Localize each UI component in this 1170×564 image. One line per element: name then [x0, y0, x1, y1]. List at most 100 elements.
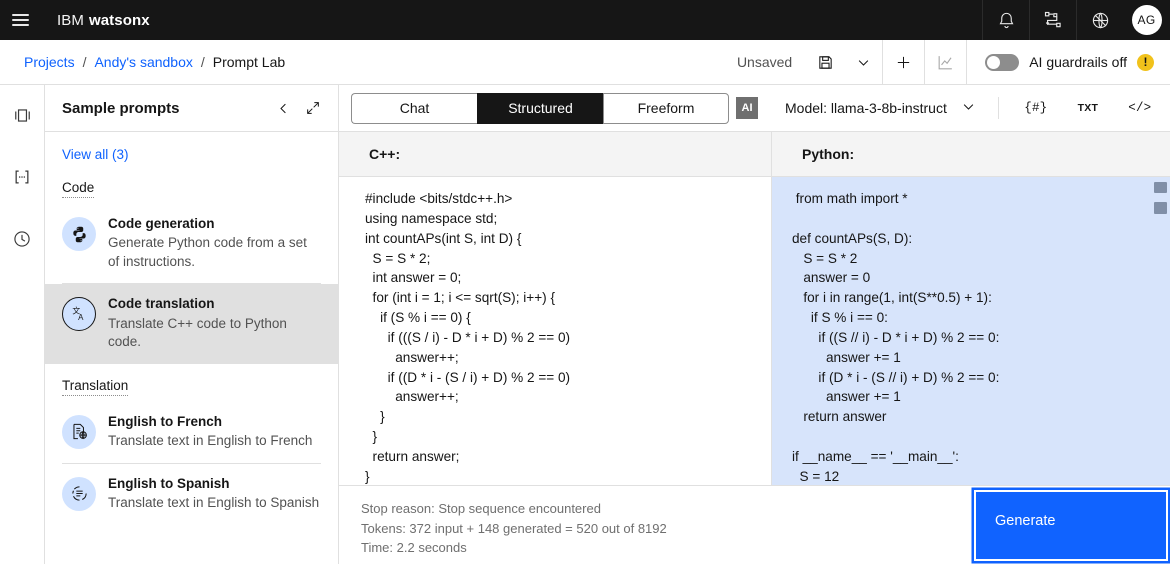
breadcrumb-separator: /: [200, 54, 205, 70]
code-view-icon[interactable]: </>: [1121, 93, 1159, 123]
hamburger-menu-icon[interactable]: [0, 0, 40, 40]
model-area: Model: llama-3-8b-instruct {#} TXT </>: [785, 93, 1159, 123]
breadcrumb-toolbar: Projects / Andy's sandbox / Prompt Lab U…: [0, 40, 1170, 85]
panel-title: Sample prompts: [62, 99, 180, 117]
view-all-link[interactable]: View all (3): [62, 147, 129, 162]
generate-button[interactable]: Generate: [973, 489, 1169, 562]
elapsed-time: Time: 2.2 seconds: [361, 540, 467, 555]
output-editor: Python: from math import * def countAPs(…: [772, 132, 1170, 485]
input-editor-code[interactable]: #include <bits/stdc++.h> using namespace…: [339, 177, 771, 485]
toggle-panel-icon[interactable]: [6, 99, 38, 131]
prompt-card-text: English to Spanish Translate text in Eng…: [108, 475, 319, 513]
mode-toolbar: Chat Structured Freeform AI Model: llama…: [339, 85, 1170, 132]
text-lines-icon: [62, 476, 96, 511]
group-label: Code: [62, 180, 95, 198]
header-spacer: [150, 0, 982, 40]
copy-icon[interactable]: [1154, 182, 1167, 193]
prompt-card-english-to-french[interactable]: English to French Translate text in Engl…: [45, 402, 338, 463]
output-editor-title: Python:: [772, 132, 1170, 177]
prompt-card-title: Code translation: [108, 296, 215, 312]
prompt-card-title: Code generation: [108, 216, 215, 231]
editor-split: C++: #include <bits/stdc++.h> using name…: [339, 132, 1170, 485]
warning-icon: !: [1137, 53, 1154, 71]
status-bar: Stop reason: Stop sequence encountered T…: [339, 485, 1170, 564]
model-label: Model: llama-3-8b-instruct: [785, 100, 947, 116]
sample-prompts-panel: Sample prompts View all (3) Code Code ge…: [45, 85, 339, 564]
prompt-card-english-to-spanish[interactable]: English to Spanish Translate text in Eng…: [45, 464, 338, 525]
ai-badge[interactable]: AI: [736, 97, 758, 119]
output-actions: [1154, 182, 1167, 214]
brand[interactable]: IBM watsonx: [40, 0, 150, 40]
app-body: Sample prompts View all (3) Code Code ge…: [0, 85, 1170, 564]
prompt-card-code-translation[interactable]: 文 A Code translation Translate C++ code …: [45, 284, 338, 364]
main-workspace: Chat Structured Freeform AI Model: llama…: [339, 85, 1170, 564]
sample-prompts-list[interactable]: View all (3) Code Code generation Genera…: [45, 132, 338, 564]
sample-prompts-header: Sample prompts: [45, 85, 338, 132]
prompt-card-title: English to French: [108, 413, 223, 429]
stop-reason: Stop reason: Stop sequence encountered: [361, 501, 601, 516]
avatar-initials: AG: [1131, 5, 1162, 35]
variables-icon[interactable]: [6, 161, 38, 193]
prompt-card-title: English to Spanish: [108, 475, 230, 491]
ai-guardrails-label: AI guardrails off: [1029, 54, 1127, 70]
new-prompt-plus-icon[interactable]: [882, 40, 924, 84]
document-globe-icon: [62, 414, 96, 449]
prompt-card-text: English to French Translate text in Engl…: [108, 413, 312, 451]
expand-icon[interactable]: [298, 93, 328, 123]
prompt-card-code-generation[interactable]: Code generation Generate Python code fro…: [45, 204, 338, 283]
globe-icon[interactable]: [1076, 0, 1123, 40]
breadcrumb-separator: /: [82, 54, 87, 70]
workflow-icon[interactable]: [1029, 0, 1076, 40]
breadcrumb-item-current: Prompt Lab: [212, 54, 286, 70]
chevron-left-icon[interactable]: [268, 93, 298, 123]
prompt-group-code: Code Code generation Generate Python cod…: [45, 174, 338, 364]
breadcrumb-item-sandbox[interactable]: Andy's sandbox: [94, 54, 192, 70]
translate-icon: 文 A: [62, 297, 96, 332]
tab-structured[interactable]: Structured: [477, 92, 603, 124]
toggle-knob: [987, 55, 1001, 69]
text-format-icon[interactable]: TXT: [1069, 93, 1107, 123]
ai-guardrails-control[interactable]: AI guardrails off !: [966, 40, 1170, 84]
prompt-card-desc: Translate text in English to French: [108, 433, 313, 449]
prompt-card-desc: Translate text in English to Spanish: [108, 495, 320, 510]
save-options-chevron-down-icon[interactable]: [844, 40, 882, 84]
group-label: Translation: [62, 378, 129, 396]
group-items: English to French Translate text in Engl…: [45, 398, 338, 525]
prompt-card-text: Code generation Generate Python code fro…: [108, 215, 321, 271]
divider: [997, 97, 999, 119]
brand-ibm: IBM: [57, 11, 84, 29]
save-icon[interactable]: [806, 40, 844, 84]
prompt-card-text: Code translation Translate C++ code to P…: [108, 295, 321, 351]
mode-tabs: Chat Structured Freeform: [351, 92, 729, 124]
notifications-icon[interactable]: [982, 0, 1029, 40]
tab-freeform[interactable]: Freeform: [603, 92, 729, 124]
global-header: IBM watsonx AG: [0, 0, 1170, 40]
breadcrumb: Projects / Andy's sandbox / Prompt Lab: [0, 40, 285, 84]
avatar[interactable]: AG: [1123, 0, 1170, 40]
left-icon-rail: [0, 85, 45, 564]
group-items: Code generation Generate Python code fro…: [45, 200, 338, 364]
view-all-row: View all (3): [45, 132, 338, 174]
model-selector[interactable]: Model: llama-3-8b-instruct: [785, 99, 976, 117]
save-state-label: Unsaved: [736, 54, 793, 70]
breadcrumb-item-projects[interactable]: Projects: [24, 54, 75, 70]
history-clock-icon[interactable]: [6, 223, 38, 255]
output-editor-code[interactable]: from math import * def countAPs(S, D): S…: [772, 177, 1170, 485]
chart-icon[interactable]: [924, 40, 966, 84]
prompt-card-desc: Translate C++ code to Python code.: [108, 315, 287, 350]
svg-text:A: A: [78, 313, 84, 322]
token-count: Tokens: 372 input + 148 generated = 520 …: [361, 520, 667, 536]
prompt-card-desc: Generate Python code from a set of instr…: [108, 235, 307, 269]
brand-watsonx: watsonx: [88, 11, 150, 29]
generation-stats: Stop reason: Stop sequence encountered T…: [339, 486, 667, 558]
parameters-icon[interactable]: {#}: [1017, 93, 1055, 123]
input-editor: C++: #include <bits/stdc++.h> using name…: [339, 132, 772, 485]
generate-button-wrap: Generate: [970, 486, 1170, 564]
tab-chat[interactable]: Chat: [351, 92, 477, 124]
ai-guardrails-toggle[interactable]: [985, 53, 1020, 71]
chevron-down-icon: [961, 99, 976, 117]
feedback-icon[interactable]: [1154, 202, 1167, 214]
prompt-group-translation: Translation English to French Translate …: [45, 364, 338, 525]
python-logo-icon: [62, 217, 96, 251]
prompt-lab-app: IBM watsonx AG Projects / Andy's sandbox…: [0, 0, 1170, 564]
